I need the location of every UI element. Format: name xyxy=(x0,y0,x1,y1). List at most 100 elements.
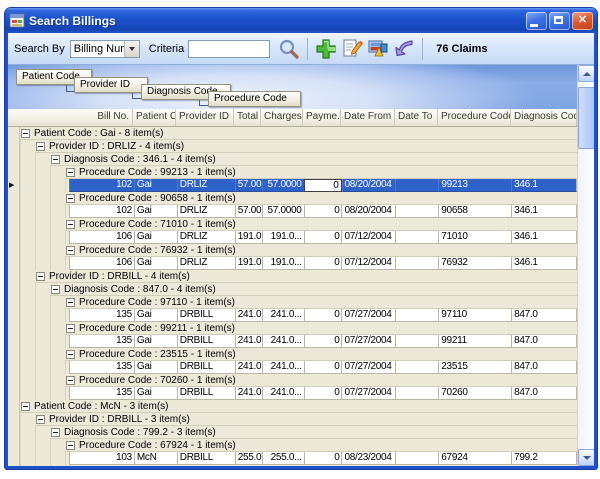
collapse-icon[interactable] xyxy=(66,220,75,229)
collapse-icon[interactable] xyxy=(21,129,30,138)
collapse-icon[interactable] xyxy=(51,155,60,164)
cell-total[interactable]: 191.0... xyxy=(235,257,262,270)
group-row[interactable]: Patient Code : Gai - 8 item(s) xyxy=(8,127,577,140)
column-header-procedure-code[interactable]: Procedure Code xyxy=(438,109,511,126)
group-header[interactable]: Procedure Code : 99213 - 1 item(s) xyxy=(65,166,577,179)
edit-button[interactable] xyxy=(339,36,365,62)
group-header[interactable]: Procedure Code : 99211 - 1 item(s) xyxy=(65,322,577,335)
cell-diagnosis-code[interactable]: 346.1 xyxy=(511,179,577,192)
cell-provider-id[interactable]: DRLIZ xyxy=(177,231,235,244)
group-header[interactable]: Procedure Code : 67924 - 1 item(s) xyxy=(65,439,577,452)
cell-procedure-code[interactable]: 99213 xyxy=(438,179,511,192)
cell-bill-no[interactable]: 103 xyxy=(69,452,134,465)
group-row[interactable]: Patient Code : McN - 3 item(s) xyxy=(8,400,577,413)
cell-date-to[interactable] xyxy=(395,309,438,322)
cell-diagnosis-code[interactable]: 847.0 xyxy=(511,335,577,348)
collapse-icon[interactable] xyxy=(21,402,30,411)
cell-charges[interactable]: 241.0... xyxy=(262,387,304,400)
group-header[interactable]: Patient Code : Gai - 8 item(s) xyxy=(20,127,577,140)
column-header-payments[interactable]: Payme... xyxy=(303,109,341,126)
cell-provider-id[interactable]: DRBILL xyxy=(177,452,235,465)
group-row[interactable]: Procedure Code : 23515 - 1 item(s) xyxy=(8,348,577,361)
cell-patient-code[interactable]: Gai xyxy=(134,309,177,322)
column-header-provider-id[interactable]: Provider ID xyxy=(176,109,234,126)
group-row[interactable] xyxy=(8,465,577,466)
column-header-charges[interactable]: Charges xyxy=(261,109,303,126)
collapse-icon[interactable] xyxy=(36,142,45,151)
column-header-diagnosis-code[interactable]: Diagnosis Code xyxy=(511,109,577,126)
group-header[interactable]: Diagnosis Code : 799.2 - 3 item(s) xyxy=(50,426,577,439)
collapse-icon[interactable] xyxy=(66,194,75,203)
collapse-icon[interactable] xyxy=(36,415,45,424)
cell-bill-no[interactable]: 135 xyxy=(69,387,134,400)
group-row[interactable]: Procedure Code : 76932 - 1 item(s) xyxy=(8,244,577,257)
cell-payments[interactable]: 0 xyxy=(304,361,342,374)
group-header[interactable]: Procedure Code : 97110 - 1 item(s) xyxy=(65,296,577,309)
table-row[interactable]: ▶102GaiDRLIZ57.00...57.0000008/20/200499… xyxy=(8,179,577,192)
cell-date-from[interactable]: 08/20/2004 xyxy=(342,179,396,192)
cell-provider-id[interactable]: DRLIZ xyxy=(177,179,235,192)
cell-date-from[interactable]: 07/12/2004 xyxy=(341,231,395,244)
group-header[interactable]: Diagnosis Code : 346.1 - 4 item(s) xyxy=(50,153,577,166)
group-by-provider-id[interactable]: Provider ID xyxy=(74,77,148,93)
group-row[interactable]: Diagnosis Code : 346.1 - 4 item(s) xyxy=(8,153,577,166)
cell-diagnosis-code[interactable]: 346.1 xyxy=(511,205,577,218)
cell-charges[interactable]: 241.0... xyxy=(262,335,304,348)
group-row[interactable]: Diagnosis Code : 847.0 - 4 item(s) xyxy=(8,283,577,296)
group-header[interactable]: Provider ID : DRLIZ - 4 item(s) xyxy=(35,140,577,153)
cell-bill-no[interactable]: 135 xyxy=(69,309,134,322)
cell-diagnosis-code[interactable]: 346.1 xyxy=(511,257,577,270)
collapse-icon[interactable] xyxy=(36,272,45,281)
cell-bill-no[interactable]: 135 xyxy=(69,361,134,374)
minimize-button[interactable] xyxy=(526,12,547,30)
cell-bill-no[interactable]: 102 xyxy=(69,205,134,218)
collapse-icon[interactable] xyxy=(66,350,75,359)
cell-payments[interactable]: 0 xyxy=(304,205,342,218)
collapse-icon[interactable] xyxy=(66,298,75,307)
group-row[interactable]: Diagnosis Code : 799.2 - 3 item(s) xyxy=(8,426,577,439)
cell-date-to[interactable] xyxy=(395,257,438,270)
cell-procedure-code[interactable]: 97110 xyxy=(438,309,511,322)
group-header[interactable]: Provider ID : DRBILL - 4 item(s) xyxy=(35,270,577,283)
cell-payments[interactable]: 0 xyxy=(304,335,342,348)
cell-date-to[interactable] xyxy=(395,179,438,192)
cell-bill-no[interactable]: 135 xyxy=(69,335,134,348)
collapse-icon[interactable] xyxy=(66,324,75,333)
cell-date-to[interactable] xyxy=(395,231,438,244)
cell-procedure-code[interactable]: 70260 xyxy=(438,387,511,400)
cell-patient-code[interactable]: Gai xyxy=(134,335,177,348)
cell-date-from[interactable]: 07/27/2004 xyxy=(341,309,395,322)
cell-patient-code[interactable]: Gai xyxy=(134,257,177,270)
column-header-bill-no[interactable]: Bill No. xyxy=(8,109,133,126)
cell-charges[interactable]: 241.0... xyxy=(262,309,304,322)
cell-patient-code[interactable]: Gai xyxy=(134,231,177,244)
cell-diagnosis-code[interactable]: 847.0 xyxy=(511,361,577,374)
collapse-icon[interactable] xyxy=(51,428,60,437)
cell-date-to[interactable] xyxy=(395,335,438,348)
cell-payments[interactable]: 0 xyxy=(304,452,342,465)
group-header[interactable]: Provider ID : DRBILL - 3 item(s) xyxy=(35,413,577,426)
group-header[interactable]: Procedure Code : 70260 - 1 item(s) xyxy=(65,374,577,387)
group-row[interactable]: Provider ID : DRBILL - 4 item(s) xyxy=(8,270,577,283)
cell-procedure-code[interactable]: 23515 xyxy=(438,361,511,374)
table-row[interactable]: 135GaiDRBILL241.0...241.0...007/27/20049… xyxy=(8,335,577,348)
cell-total[interactable]: 255.0... xyxy=(235,452,262,465)
column-header-date-to[interactable]: Date To xyxy=(395,109,438,126)
cell-diagnosis-code[interactable]: 847.0 xyxy=(511,309,577,322)
cell-payments[interactable]: 0 xyxy=(304,257,342,270)
cell-diagnosis-code[interactable]: 847.0 xyxy=(511,387,577,400)
cell-provider-id[interactable]: DRLIZ xyxy=(177,257,235,270)
cell-charges[interactable]: 241.0... xyxy=(262,361,304,374)
cell-procedure-code[interactable]: 71010 xyxy=(438,231,511,244)
cell-date-from[interactable]: 07/27/2004 xyxy=(341,335,395,348)
cell-bill-no[interactable]: 106 xyxy=(69,257,134,270)
cell-bill-no[interactable]: 106 xyxy=(69,231,134,244)
group-header[interactable]: Procedure Code : 76932 - 1 item(s) xyxy=(65,244,577,257)
close-button[interactable]: ✕ xyxy=(572,12,593,30)
table-row[interactable]: 135GaiDRBILL241.0...241.0...007/27/20049… xyxy=(8,309,577,322)
cell-date-from[interactable]: 08/20/2004 xyxy=(341,205,395,218)
cell-date-to[interactable] xyxy=(395,361,438,374)
cell-charges[interactable]: 255.0... xyxy=(262,452,304,465)
table-row[interactable]: 135GaiDRBILL241.0...241.0...007/27/20042… xyxy=(8,361,577,374)
cell-diagnosis-code[interactable]: 799.2 xyxy=(511,452,577,465)
